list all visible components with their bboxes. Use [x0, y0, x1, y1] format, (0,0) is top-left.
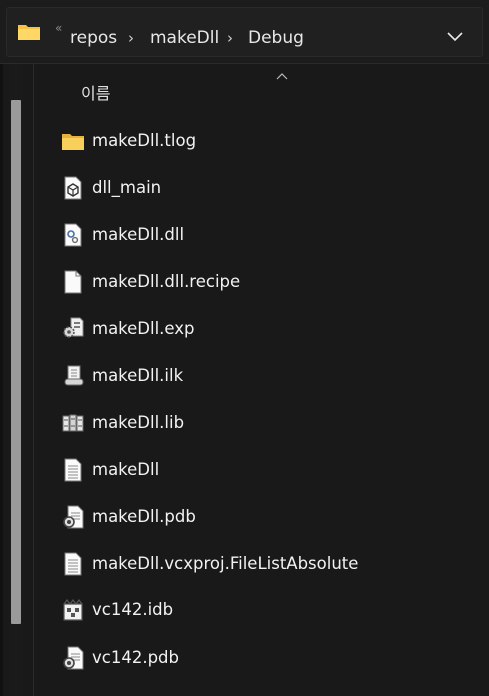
address-box[interactable]: « repos › makeDll › Debug [6, 7, 483, 57]
pdb-file-icon [62, 646, 84, 670]
window-edge [0, 64, 3, 696]
sort-ascending-icon [275, 66, 289, 85]
file-row[interactable]: makeDll.dll [56, 214, 476, 256]
file-name: vc142.pdb [92, 648, 179, 667]
file-name: makeDll.vcxproj.FileListAbsolute [92, 554, 359, 573]
breadcrumb-overflow-button[interactable]: « [55, 21, 62, 35]
text-file-icon [62, 458, 84, 482]
file-row[interactable]: vc142.idb [56, 589, 476, 631]
file-name: makeDll.dll [92, 225, 185, 244]
chevron-right-icon[interactable]: › [227, 28, 233, 48]
library-file-icon [62, 411, 84, 435]
file-name: makeDll [92, 460, 160, 479]
file-name: dll_main [92, 178, 162, 197]
text-file-icon [62, 552, 84, 576]
file-row[interactable]: makeDll.pdb [56, 496, 476, 538]
file-row[interactable]: makeDll.dll.recipe [56, 261, 476, 303]
chevron-down-icon[interactable] [444, 25, 466, 47]
file-row[interactable]: makeDll.exp [56, 308, 476, 350]
scroll-file-icon [62, 364, 84, 388]
blank-file-icon [62, 270, 84, 294]
file-name: makeDll.tlog [92, 131, 197, 150]
breadcrumb-repos[interactable]: repos [70, 28, 117, 48]
file-row[interactable]: dll_main [56, 167, 476, 209]
file-name: makeDll.dll.recipe [92, 272, 241, 291]
pdb-file-icon [62, 505, 84, 529]
file-row[interactable]: vc142.pdb [56, 637, 476, 679]
file-row[interactable]: makeDll.vcxproj.FileListAbsolute [56, 543, 476, 585]
idb-file-icon [62, 598, 84, 622]
gear-file-icon [62, 223, 84, 247]
pane-divider[interactable] [33, 64, 34, 696]
file-row[interactable]: makeDll.tlog [56, 120, 476, 162]
column-header-name[interactable]: 이름 [81, 80, 110, 104]
file-name: makeDll.pdb [92, 507, 196, 526]
file-name: makeDll.exp [92, 319, 195, 338]
gears-file-icon [62, 317, 84, 341]
breadcrumb-debug[interactable]: Debug [248, 28, 304, 48]
file-name: vc142.idb [92, 600, 174, 619]
folder-icon [17, 22, 41, 46]
file-row[interactable]: makeDll.ilk [56, 355, 476, 397]
file-row[interactable]: makeDll.lib [56, 402, 476, 444]
file-row[interactable]: makeDll [56, 449, 476, 491]
nav-scrollbar-thumb[interactable] [11, 100, 21, 624]
cube-file-icon [62, 176, 84, 200]
breadcrumb-makedll[interactable]: makeDll [150, 28, 219, 48]
file-name: makeDll.ilk [92, 366, 184, 385]
address-bar: « repos › makeDll › Debug [0, 0, 489, 64]
file-name: makeDll.lib [92, 413, 185, 432]
chevron-right-icon[interactable]: › [128, 28, 134, 48]
folder-icon [62, 129, 84, 153]
